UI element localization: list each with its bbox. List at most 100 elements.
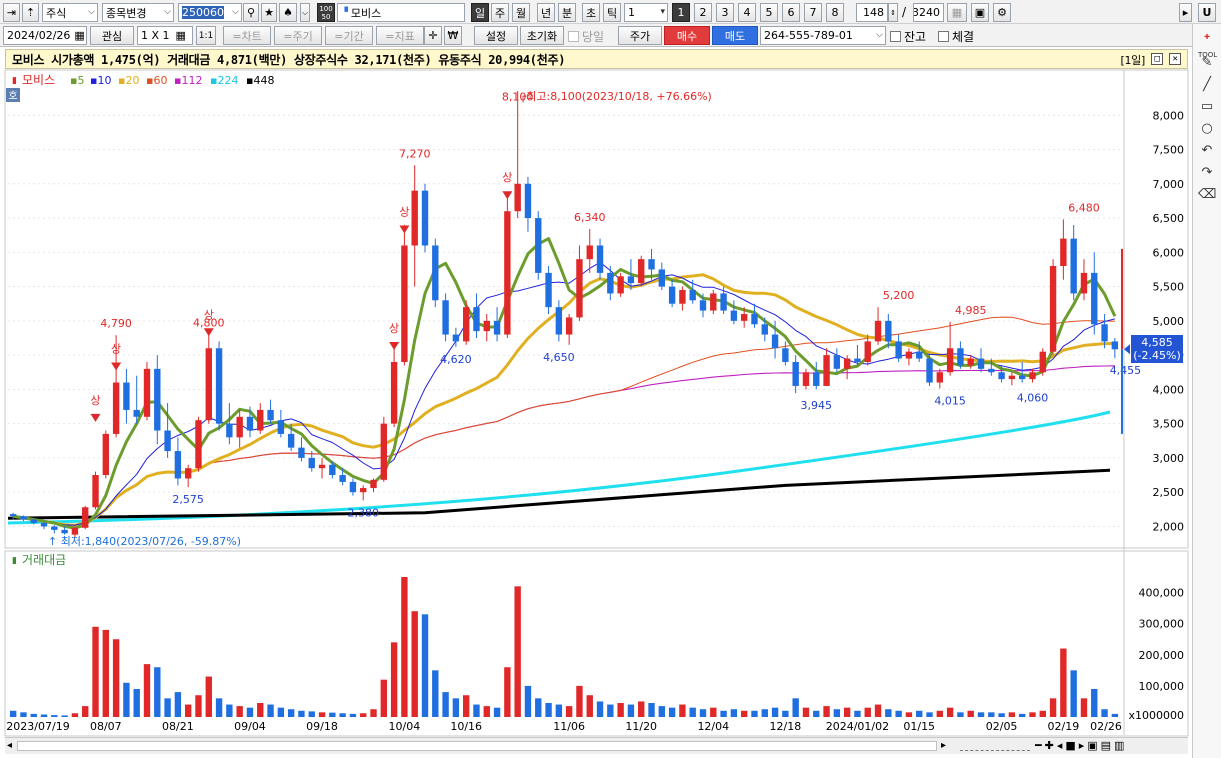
scroll-right-icon[interactable]: ▸ <box>941 740 946 751</box>
stock-chart[interactable]: 8,0007,5007,0006,5006,0005,5005,0004,500… <box>0 69 1190 737</box>
period-week[interactable]: 주 <box>491 3 509 22</box>
num-button-5[interactable]: 5 <box>760 3 778 22</box>
candle-body <box>916 351 923 359</box>
candle-body <box>360 488 367 493</box>
candle-body <box>957 348 964 366</box>
volume-bar <box>648 703 655 717</box>
tool-toggle[interactable]: ✚ TOOL <box>1198 28 1217 59</box>
volume-bar <box>617 703 624 717</box>
period-day[interactable]: 일 <box>471 3 489 22</box>
period-second[interactable]: 초 <box>582 3 600 22</box>
volume-bar <box>576 685 583 717</box>
redo-icon[interactable]: ↷ <box>1198 164 1216 182</box>
period-month[interactable]: 월 <box>512 3 530 22</box>
reset-button[interactable]: 초기화 <box>520 26 564 45</box>
num-button-8[interactable]: 8 <box>826 3 844 22</box>
zoom-slider[interactable] <box>960 741 1030 751</box>
volume-bar <box>329 712 336 717</box>
left-arrow-icon[interactable]: ▸ <box>1179 3 1192 22</box>
zoom-controls[interactable]: ━✚◂■▸▣▤▥ <box>1035 739 1127 752</box>
interval-select[interactable]: 1 ▾ <box>624 3 668 22</box>
code-input[interactable]: 250060 ⌵ <box>178 3 242 22</box>
price-button[interactable]: 주가 <box>618 26 662 45</box>
fill-checkbox[interactable]: 체결 <box>938 28 974 45</box>
upload-icon[interactable]: ⇡ <box>22 3 39 22</box>
spade-icon[interactable]: ♠ <box>279 3 297 22</box>
market-select[interactable]: 주식 ⌵ <box>42 3 98 22</box>
candle-body <box>112 382 120 434</box>
volume-bar <box>483 706 490 717</box>
pin-icon[interactable]: ⇥ <box>3 3 20 22</box>
volume-bar <box>360 713 367 717</box>
won-button[interactable]: ₩ <box>444 26 462 45</box>
chart-button[interactable]: =차트 <box>223 26 271 45</box>
maximize-icon[interactable]: □ <box>1151 53 1163 65</box>
num-button-4[interactable]: 4 <box>738 3 756 22</box>
cycle-button[interactable]: =주기 <box>274 26 322 45</box>
volume-bar <box>174 692 182 717</box>
pen-icon[interactable]: ✎ <box>1198 54 1216 72</box>
candle-body <box>730 310 738 321</box>
scroll-left-icon[interactable]: ◂ <box>7 740 12 751</box>
candle-body <box>102 433 110 476</box>
user-button[interactable]: U <box>1198 3 1216 22</box>
ratio-badge[interactable]: 100 50 <box>317 3 335 22</box>
period-label: [1일] <box>1120 54 1145 67</box>
period-year[interactable]: 년 <box>537 3 555 22</box>
period-minute[interactable]: 분 <box>558 3 576 22</box>
candle-body <box>535 218 542 273</box>
stock-change-select[interactable]: 종목변경 ⌵ <box>102 3 174 22</box>
rect-icon[interactable]: ▭ <box>1198 98 1216 116</box>
candle-body <box>493 320 501 335</box>
num-button-7[interactable]: 7 <box>804 3 822 22</box>
candle-body <box>545 272 552 308</box>
range-button[interactable]: =기간 <box>325 26 373 45</box>
count-spinner[interactable]: ⇕ <box>888 3 898 22</box>
candle-body <box>401 245 408 362</box>
volume-bar <box>1029 712 1036 717</box>
dropdown-icon[interactable]: ⌵ <box>300 3 310 22</box>
interest-button[interactable]: 관심 <box>90 26 134 45</box>
buy-button[interactable]: 매수 <box>664 26 710 45</box>
num-button-6[interactable]: 6 <box>782 3 800 22</box>
volume-bar <box>1111 713 1119 717</box>
num-button-1[interactable]: 1 <box>672 3 690 22</box>
num-button-3[interactable]: 3 <box>716 3 734 22</box>
grid-disabled-icon[interactable]: ▦ <box>947 3 967 22</box>
grid-layout-select[interactable]: 1 X 1 ▦ <box>137 26 193 45</box>
candle-body <box>9 514 17 517</box>
crosshair-icon[interactable]: ✛ <box>424 26 442 45</box>
circle-icon[interactable]: ○ <box>1198 120 1216 138</box>
bottom-scrollbar[interactable]: ◂ ▸ ━✚◂■▸▣▤▥ <box>5 737 1188 754</box>
save-icon[interactable]: ▣ <box>971 3 989 22</box>
candle-body <box>638 259 645 284</box>
eraser-icon[interactable]: ⌫ <box>1198 186 1216 204</box>
num-button-2[interactable]: 2 <box>694 3 712 22</box>
volume-bar <box>730 709 738 717</box>
close-icon[interactable]: ✕ <box>1169 53 1181 65</box>
price-axis-label: 3,500 <box>1153 418 1185 431</box>
date-input[interactable]: 2024/02/26 ▦ <box>3 26 87 45</box>
sameday-checkbox[interactable]: 당일 <box>568 28 604 45</box>
star-icon[interactable]: ★ <box>261 3 277 22</box>
settings-button[interactable]: 설정 <box>474 26 518 45</box>
one-to-one-button[interactable]: 1:1 <box>196 26 216 45</box>
date-axis-label: 10/04 <box>389 720 421 733</box>
period-tick[interactable]: 틱 <box>603 3 621 22</box>
line-icon[interactable]: ╱ <box>1198 76 1216 94</box>
stock-name-field[interactable]: ▝ 모비스 <box>337 3 465 22</box>
calendar-icon[interactable]: ▦ <box>74 29 84 42</box>
sell-button[interactable]: 매도 <box>712 26 758 45</box>
volume-unit-label: x1000000 <box>1129 709 1185 722</box>
candle-body <box>586 245 593 260</box>
volume-bar <box>246 707 254 717</box>
scroll-track[interactable] <box>17 741 937 751</box>
balance-checkbox[interactable]: 잔고 <box>890 28 926 45</box>
gear-icon[interactable]: ⚙ <box>993 3 1011 22</box>
undo-icon[interactable]: ↶ <box>1198 142 1216 160</box>
price-axis-label: 3,000 <box>1153 452 1185 465</box>
search-icon[interactable]: ⚲ <box>243 3 259 22</box>
account-select[interactable]: 264-555-789-01 ⌵ <box>760 26 886 45</box>
index-button[interactable]: =지표 <box>376 26 424 45</box>
count-input[interactable]: 148 <box>856 3 888 22</box>
